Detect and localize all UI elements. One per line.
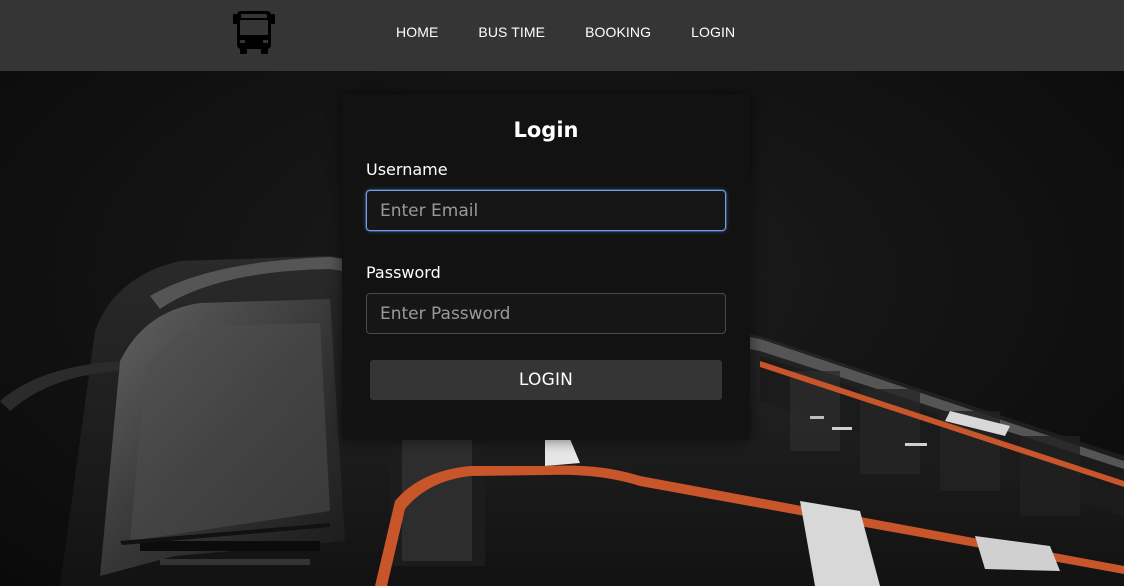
nav-bus-time-link[interactable]: BUS TIME (478, 24, 545, 40)
password-input[interactable] (366, 293, 726, 334)
page: HOME BUS TIME BOOKING LOGIN Login Userna… (0, 0, 1124, 586)
nav-home-link[interactable]: HOME (396, 24, 438, 40)
login-title: Login (513, 118, 579, 142)
nav-booking-link[interactable]: BOOKING (585, 24, 651, 40)
username-input[interactable] (366, 190, 726, 231)
nav-login-link[interactable]: LOGIN (691, 24, 735, 40)
login-card: Login Username Password LOGIN (342, 94, 750, 440)
password-label: Password (366, 263, 441, 282)
login-submit-button[interactable]: LOGIN (370, 360, 722, 400)
nav-links: HOME BUS TIME BOOKING LOGIN (396, 0, 775, 64)
bus-icon[interactable] (230, 9, 278, 55)
navbar: HOME BUS TIME BOOKING LOGIN (0, 0, 1124, 71)
username-label: Username (366, 160, 448, 179)
